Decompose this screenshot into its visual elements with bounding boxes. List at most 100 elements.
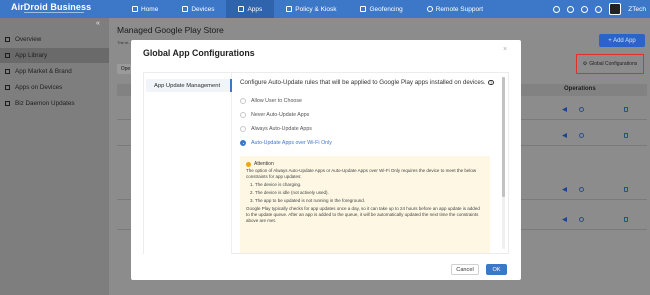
geofencing-icon xyxy=(360,6,367,12)
attention-notice: Attention The option of Always Auto-Upda… xyxy=(240,156,490,253)
scrollbar-thumb[interactable] xyxy=(502,77,505,197)
notification-icon[interactable] xyxy=(567,5,575,13)
option-never-auto-update[interactable]: Never Auto-Update Apps xyxy=(240,112,309,118)
delete-icon[interactable] xyxy=(624,107,628,112)
list-item: 3. The app to be updated is not running … xyxy=(250,197,366,203)
delete-icon[interactable] xyxy=(624,217,628,222)
help-icon[interactable] xyxy=(553,5,561,13)
close-icon[interactable]: × xyxy=(503,46,507,53)
cancel-button[interactable]: Cancel xyxy=(451,264,479,275)
nav-devices[interactable]: Devices xyxy=(170,0,226,18)
ok-button[interactable]: OK xyxy=(486,264,507,275)
app-library-icon xyxy=(5,53,10,58)
auto-update-intro-text: Configure Auto-Update rules that will be… xyxy=(240,79,486,86)
dialog-title: Global App Configurations xyxy=(143,48,255,58)
delete-icon[interactable] xyxy=(624,133,628,138)
sidebar-item-app-market[interactable]: App Market & Brand xyxy=(0,64,109,79)
dialog-side-menu: App Update Management xyxy=(144,73,232,254)
option-always-auto-update[interactable]: Always Auto-Update Apps xyxy=(240,126,312,132)
main-nav: Home Devices Apps Policy & Kiosk Geofenc… xyxy=(120,0,495,18)
settings-icon[interactable] xyxy=(581,5,589,13)
nav-policy-kiosk[interactable]: Policy & Kiosk xyxy=(274,0,348,18)
attention-paragraph: The option of Always Auto-Update Apps or… xyxy=(246,168,477,180)
sidebar-item-app-library[interactable]: App Library xyxy=(0,48,109,63)
radio-button[interactable] xyxy=(240,112,246,118)
brand-logo-underline xyxy=(24,12,84,13)
attention-title: Attention xyxy=(254,161,274,167)
nav-remote-support-label: Remote Support xyxy=(435,5,484,13)
sidebar-item-label: App Library xyxy=(15,52,48,59)
menu-item-app-update-management[interactable]: App Update Management xyxy=(146,79,232,92)
overview-icon xyxy=(5,37,10,42)
sidebar-item-label: Biz Daemon Updates xyxy=(15,100,75,107)
apps-on-devices-icon xyxy=(5,85,10,90)
dialog-scrollbar[interactable] xyxy=(502,77,505,249)
devices-icon xyxy=(182,6,189,12)
app-market-icon xyxy=(5,69,10,74)
apps-icon xyxy=(238,6,245,12)
page-title: Managed Google Play Store xyxy=(117,25,224,35)
gear-icon: ⚙ xyxy=(582,61,588,67)
distribute-icon[interactable] xyxy=(562,217,567,222)
auto-update-intro: Configure Auto-Update rules that will be… xyxy=(240,79,502,87)
constraint-list: 1. The device is charging. 2. The device… xyxy=(246,182,484,204)
nav-apps[interactable]: Apps xyxy=(226,0,275,18)
operations-header: Operations xyxy=(564,86,596,92)
sidebar-item-biz-daemon[interactable]: Biz Daemon Updates xyxy=(0,96,109,111)
remote-support-icon xyxy=(426,6,433,12)
distribute-icon[interactable] xyxy=(562,133,567,138)
attention-header: Attention xyxy=(246,161,484,167)
nav-devices-label: Devices xyxy=(191,5,215,13)
sidebar: « Overview App Library App Market & Bran… xyxy=(0,18,109,295)
settings-icon[interactable] xyxy=(579,107,584,112)
help-icon[interactable]: ? xyxy=(488,79,494,86)
settings-icon[interactable] xyxy=(579,133,584,138)
distribute-icon[interactable] xyxy=(562,107,567,112)
sidebar-item-label: Overview xyxy=(15,36,42,43)
biz-daemon-icon xyxy=(5,101,10,106)
distribute-icon[interactable] xyxy=(562,187,567,192)
attention-paragraph: Google Play typically checks for app upd… xyxy=(246,205,480,223)
global-app-configurations-dialog: Global App Configurations × App Update M… xyxy=(131,40,521,280)
warning-icon xyxy=(246,161,251,167)
option-label: Auto-Update Apps over Wi-Fi Only xyxy=(251,140,332,146)
policy-icon xyxy=(286,6,293,12)
global-configurations-button[interactable]: ⚙ Global Configurations xyxy=(576,54,644,74)
collapse-sidebar-icon[interactable]: « xyxy=(96,20,100,27)
nav-policy-label: Policy & Kiosk xyxy=(295,5,337,13)
apps-grid-icon[interactable] xyxy=(595,5,603,13)
settings-icon[interactable] xyxy=(579,217,584,222)
radio-button[interactable] xyxy=(240,126,246,132)
radio-button-selected[interactable] xyxy=(240,140,246,146)
nav-geofencing-label: Geofencing xyxy=(369,5,403,13)
user-name[interactable]: ZTech xyxy=(628,6,646,13)
option-auto-update-wifi-only[interactable]: Auto-Update Apps over Wi-Fi Only xyxy=(240,140,332,146)
nav-apps-label: Apps xyxy=(247,5,263,13)
dialog-body: App Update Management Configure Auto-Upd… xyxy=(143,72,509,254)
option-label: Allow User to Choose xyxy=(251,98,302,104)
add-app-button[interactable]: + Add App xyxy=(599,34,645,47)
delete-icon[interactable] xyxy=(624,187,628,192)
home-icon xyxy=(132,6,138,12)
dialog-content: Configure Auto-Update rules that will be… xyxy=(240,79,502,253)
sidebar-item-label: Apps on Devices xyxy=(15,84,63,91)
list-item: 2. The device is idle (not actively used… xyxy=(250,189,329,195)
sidebar-item-label: App Market & Brand xyxy=(15,68,72,75)
nav-remote-support[interactable]: Remote Support xyxy=(415,0,495,18)
sidebar-item-apps-on-devices[interactable]: Apps on Devices xyxy=(0,80,109,95)
top-navbar: AirDroid Business Home Devices Apps Poli… xyxy=(0,0,650,18)
option-allow-user-to-choose[interactable]: Allow User to Choose xyxy=(240,98,302,104)
nav-home-label: Home xyxy=(141,5,159,13)
avatar[interactable] xyxy=(609,3,622,15)
global-configurations-label: Global Configurations xyxy=(589,61,638,67)
brand-logo[interactable]: AirDroid Business xyxy=(11,2,91,12)
top-right-tools: ZTech xyxy=(553,0,646,18)
settings-icon[interactable] xyxy=(579,187,584,192)
option-label: Never Auto-Update Apps xyxy=(251,112,310,118)
nav-geofencing[interactable]: Geofencing xyxy=(348,0,414,18)
radio-button[interactable] xyxy=(240,98,246,104)
list-item: 1. The device is charging. xyxy=(250,182,302,188)
option-label: Always Auto-Update Apps xyxy=(251,126,312,132)
nav-home[interactable]: Home xyxy=(120,0,170,18)
sidebar-item-overview[interactable]: Overview xyxy=(0,32,109,47)
